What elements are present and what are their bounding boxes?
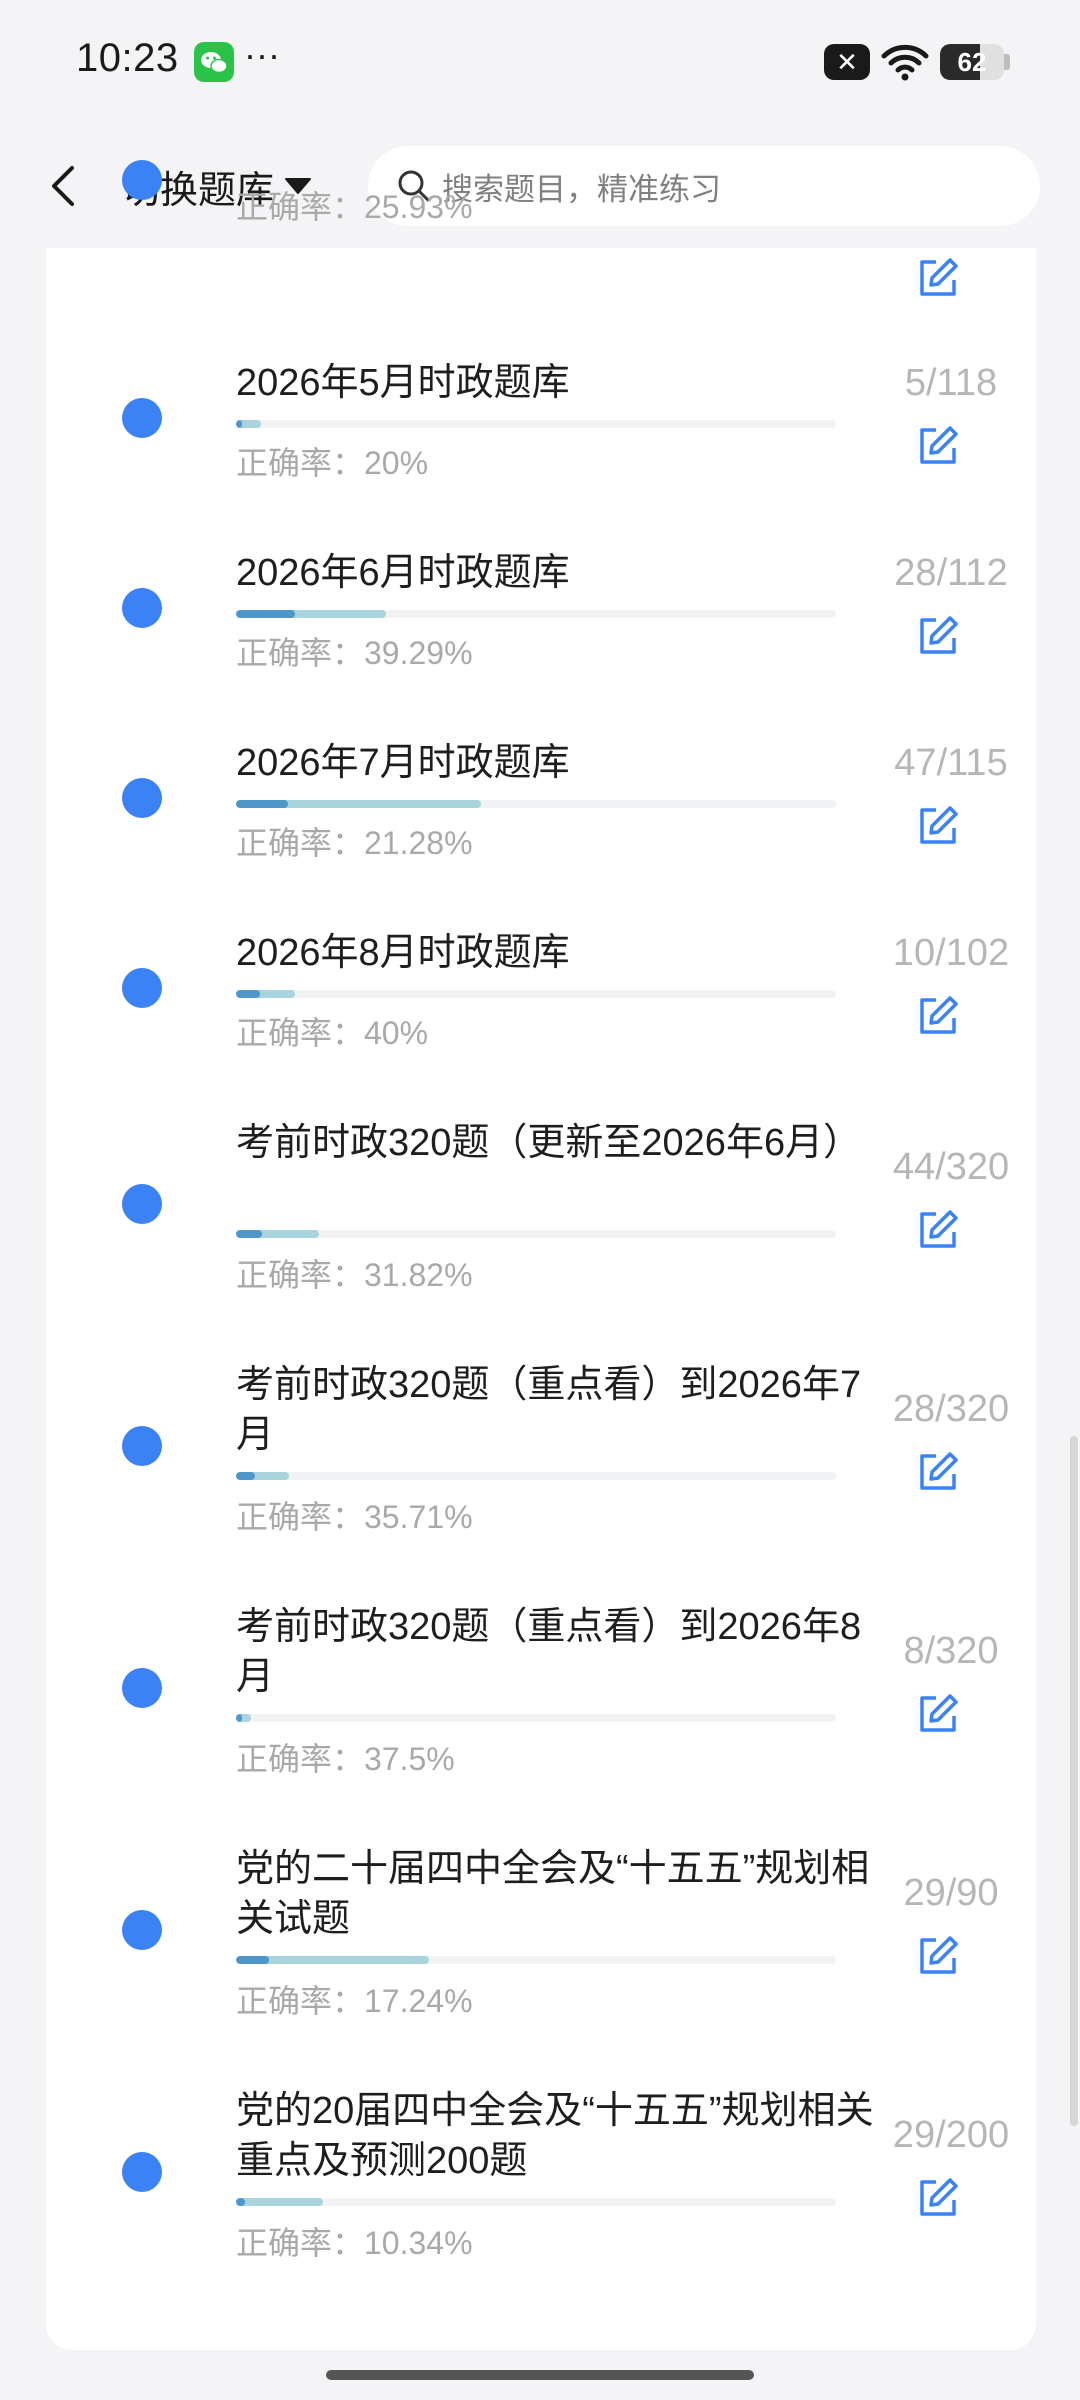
edit-icon[interactable] <box>914 992 962 1040</box>
item-title: 党的二十届四中全会及“十五五”规划相关试题 <box>236 1848 870 1940</box>
accuracy-text: 正确率：21.28% <box>236 825 473 861</box>
progress-bar <box>236 1714 836 1722</box>
accuracy-text: 正确率：39.29% <box>236 635 473 671</box>
item-title: 考前时政320题（重点看）到2026年7月 <box>236 1364 862 1456</box>
battery-tip <box>1004 54 1010 70</box>
edit-icon[interactable] <box>914 1690 962 1738</box>
progress-correct <box>236 1956 270 1964</box>
progress-bar <box>236 2198 836 2206</box>
progress-correct <box>236 990 260 998</box>
progress-bar <box>236 1956 836 1964</box>
status-time: 10:23 <box>76 36 179 80</box>
status-dot <box>122 1184 162 1224</box>
progress-correct <box>236 1714 242 1722</box>
accuracy-text: 正确率：10.34% <box>236 2225 473 2261</box>
accuracy-text: 正确率：20% <box>236 445 429 481</box>
status-dot <box>122 588 162 628</box>
progress-count: 5/118 <box>904 362 998 404</box>
progress-count: 10/102 <box>892 932 1010 974</box>
status-dot <box>122 398 162 438</box>
back-button[interactable] <box>36 156 92 216</box>
edit-icon[interactable] <box>914 2174 962 2222</box>
progress-correct <box>236 800 289 808</box>
accuracy-text: 正确率：25.93% <box>236 189 473 225</box>
accuracy-text: 正确率：35.71% <box>236 1499 473 1535</box>
scrollbar[interactable] <box>1070 1436 1078 2126</box>
home-indicator[interactable] <box>326 2370 754 2380</box>
status-dot <box>122 778 162 818</box>
edit-icon[interactable] <box>914 254 962 302</box>
progress-count: 8/320 <box>903 1630 999 1672</box>
progress-bar <box>236 610 836 618</box>
status-dot <box>122 2152 162 2192</box>
edit-icon[interactable] <box>914 1932 962 1980</box>
status-dot <box>122 1426 162 1466</box>
wechat-icon <box>194 42 234 82</box>
item-title: 2026年7月时政题库 <box>236 742 570 784</box>
question-bank-list: 正确率：25.93% 2026年5月时政题库 5/118 正确率：20% 2026年6月… <box>46 160 1036 2350</box>
item-title: 考前时政320题（重点看）到2026年8月 <box>236 1606 862 1698</box>
edit-icon[interactable] <box>914 1448 962 1496</box>
edit-icon[interactable] <box>914 802 962 850</box>
item-title: 2026年8月时政题库 <box>236 932 570 974</box>
battery-icon: 62 <box>940 44 1004 80</box>
progress-bar <box>236 800 836 808</box>
status-dot <box>122 160 162 200</box>
search-placeholder: 搜索题目，精准练习 <box>442 171 721 207</box>
status-dot <box>122 968 162 1008</box>
edit-icon[interactable] <box>914 422 962 470</box>
progress-count: 28/320 <box>892 1388 1010 1430</box>
progress-count: 29/200 <box>892 2114 1010 2156</box>
item-title: 考前时政320题（更新至2026年6月） <box>236 1122 862 1164</box>
progress-correct <box>236 1230 263 1238</box>
header-bar: 切换题库 搜索题目，精准练习 <box>0 124 1080 248</box>
progress-bar <box>236 420 836 428</box>
accuracy-text: 正确率：40% <box>236 1015 429 1051</box>
accuracy-text: 正确率：31.82% <box>236 1257 473 1293</box>
more-status-dots: ··· <box>244 34 280 75</box>
progress-count: 28/112 <box>894 552 1008 594</box>
item-title: 2026年6月时政题库 <box>236 552 570 594</box>
battery-percent: 62 <box>957 47 987 77</box>
progress-correct <box>236 1472 255 1480</box>
accuracy-text: 正确率：17.24% <box>236 1983 473 2019</box>
status-dot <box>122 1910 162 1950</box>
item-title: 2026年5月时政题库 <box>236 362 570 404</box>
progress-correct <box>236 610 295 618</box>
edit-icon[interactable] <box>914 612 962 660</box>
item-title: 党的20届四中全会及“十五五”规划相关重点及预测200题 <box>236 2090 874 2182</box>
status-bar: 10:23 ··· ✕ 62 <box>0 0 1080 124</box>
progress-bar <box>236 1472 836 1480</box>
progress-done <box>236 2198 323 2206</box>
edit-icon[interactable] <box>914 1206 962 1254</box>
close-badge-icon: ✕ <box>824 44 870 80</box>
progress-bar <box>236 990 836 998</box>
progress-count: 44/320 <box>892 1146 1010 1188</box>
progress-bar <box>236 1230 836 1238</box>
progress-correct <box>236 2198 245 2206</box>
progress-count: 47/115 <box>894 742 1008 784</box>
progress-count: 29/90 <box>903 1872 999 1914</box>
progress-correct <box>236 420 242 428</box>
wifi-icon <box>881 44 929 81</box>
status-dot <box>122 1668 162 1708</box>
accuracy-text: 正确率：37.5% <box>236 1741 455 1777</box>
